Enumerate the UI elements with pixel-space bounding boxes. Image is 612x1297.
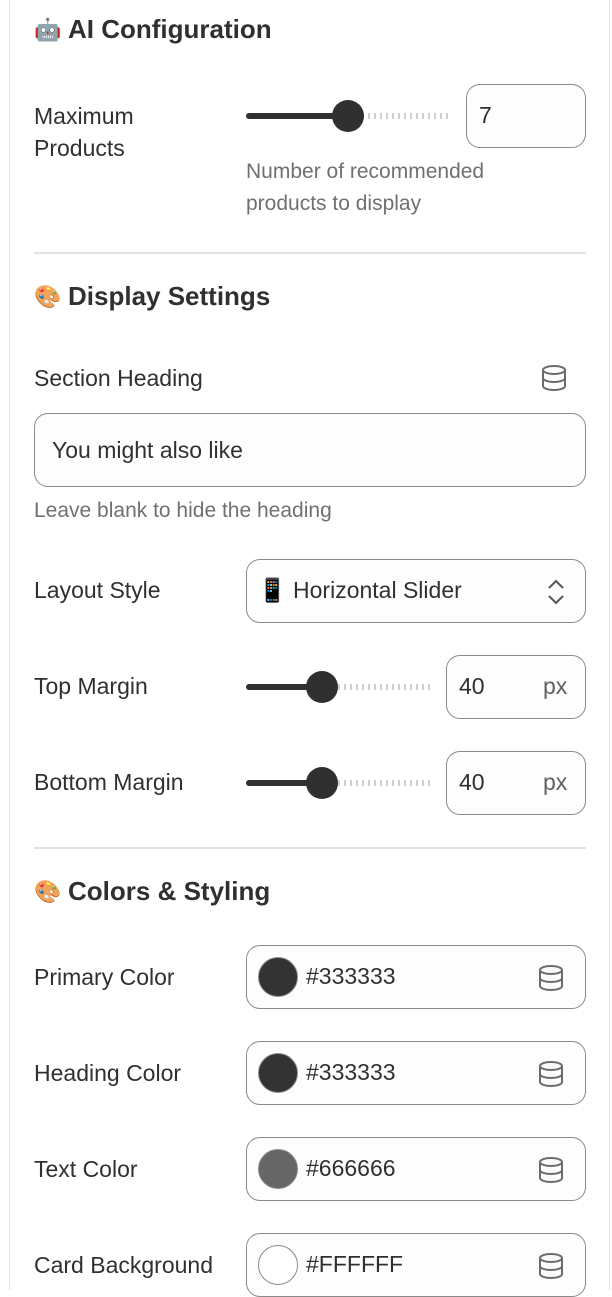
color-swatch[interactable] [258,1245,298,1285]
database-icon[interactable] [540,364,568,392]
color-input[interactable]: #333333 [246,945,586,1009]
top-margin-value: 40 [459,673,485,699]
max-products-input[interactable]: 7 [466,84,586,148]
color-input[interactable]: #FFFFFF [246,1233,586,1297]
color-value: #333333 [306,963,396,989]
bottom-margin-input[interactable]: 40 px [446,751,586,815]
max-products-slider-rest [350,113,450,119]
color-label: Text Color [34,1156,138,1182]
robot-emoji-icon: 🤖 [34,16,62,42]
colors-styling-title-text: Colors & Styling [68,876,271,906]
color-value: #FFFFFF [306,1251,404,1277]
display-settings-title: 🎨 Display Settings [34,281,270,312]
bottom-margin-value: 40 [459,769,485,795]
top-margin-input[interactable]: 40 px [446,655,586,719]
bottom-margin-label: Bottom Margin [34,769,184,795]
section-heading-value: You might also like [52,437,243,463]
top-margin-label: Top Margin [34,673,148,699]
database-icon[interactable] [537,964,565,992]
select-chevrons-icon [548,579,564,605]
palette-emoji-icon: 🎨 [34,878,62,904]
layout-style-label: Layout Style [34,577,161,603]
color-value: #666666 [306,1155,396,1181]
top-margin-unit: px [543,673,568,699]
color-label: Card Background [34,1252,213,1278]
top-margin-slider-thumb[interactable] [306,671,338,703]
color-input[interactable]: #333333 [246,1041,586,1105]
section-heading-input[interactable]: You might also like [34,413,586,487]
color-swatch[interactable] [258,1149,298,1189]
max-products-value: 7 [479,102,492,128]
section-heading-label: Section Heading [34,365,203,391]
layout-style-value: 📱 Horizontal Slider [258,577,462,603]
display-settings-title-text: Display Settings [68,281,271,311]
max-products-help: Number of recommended products to displa… [246,160,485,215]
section-heading-help: Leave blank to hide the heading [34,499,332,522]
color-swatch[interactable] [258,1053,298,1093]
ai-config-title-text: AI Configuration [68,14,272,44]
color-value: #333333 [306,1059,396,1085]
database-icon[interactable] [537,1060,565,1088]
palette-emoji-icon: 🎨 [34,283,62,309]
colors-styling-title: 🎨 Colors & Styling [34,876,270,907]
bottom-margin-unit: px [543,769,568,795]
divider [34,847,586,849]
layout-style-select[interactable]: 📱 Horizontal Slider [246,559,586,623]
max-products-slider-thumb[interactable] [332,100,364,132]
ai-config-title: 🤖 AI Configuration [34,14,272,45]
top-margin-slider-rest [326,684,430,690]
bottom-margin-slider-thumb[interactable] [306,767,338,799]
database-icon[interactable] [537,1252,565,1280]
color-label: Primary Color [34,964,175,990]
bottom-margin-slider-rest [326,780,430,786]
divider [34,252,586,254]
color-label: Heading Color [34,1060,182,1086]
color-swatch[interactable] [258,957,298,997]
color-input[interactable]: #666666 [246,1137,586,1201]
database-icon[interactable] [537,1156,565,1184]
max-products-label: Maximum Products [34,103,134,161]
